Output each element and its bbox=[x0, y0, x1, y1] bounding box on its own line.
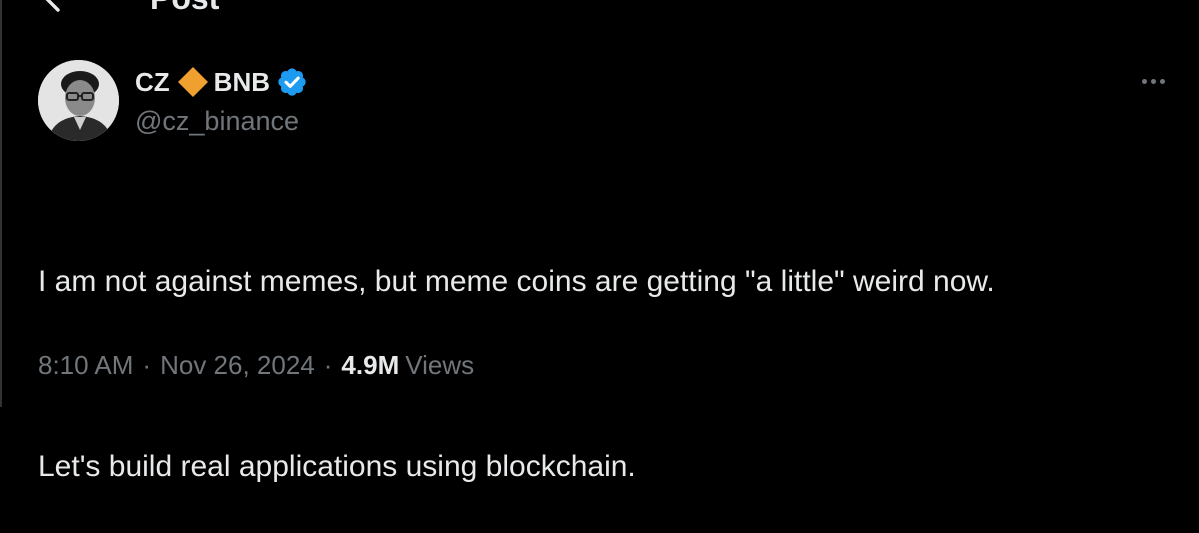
more-dot bbox=[1150, 78, 1156, 84]
back-button[interactable] bbox=[40, 0, 80, 18]
post-meta: 8:10 AM · Nov 26, 2024 · 4.9M Views bbox=[38, 347, 474, 383]
orange-diamond-icon bbox=[176, 65, 210, 99]
post-text-line: I am not against memes, but meme coins a… bbox=[38, 265, 995, 298]
views-label: Views bbox=[405, 350, 475, 380]
post-time[interactable]: 8:10 AM bbox=[38, 350, 133, 380]
more-horizontal-icon bbox=[1141, 78, 1147, 84]
page-title: Post bbox=[150, 0, 219, 18]
more-options-button[interactable] bbox=[1133, 66, 1173, 96]
author-name-second: BNB bbox=[213, 67, 271, 97]
author-name[interactable]: CZ BNB bbox=[135, 64, 308, 100]
verified-badge-icon[interactable] bbox=[276, 66, 308, 98]
more-dot bbox=[1159, 78, 1165, 84]
post-header: Post bbox=[0, 0, 1199, 22]
author-name-first: CZ bbox=[135, 67, 170, 97]
avatar-image bbox=[38, 60, 119, 141]
avatar[interactable] bbox=[38, 60, 119, 141]
views-count[interactable]: 4.9M bbox=[341, 350, 399, 380]
meta-separator: · bbox=[323, 350, 333, 380]
author-handle[interactable]: @cz_binance bbox=[135, 104, 299, 138]
meta-separator: · bbox=[142, 350, 152, 380]
post-text-line: Let's build real applications using bloc… bbox=[38, 450, 636, 483]
arrow-left-icon bbox=[45, 0, 60, 12]
post-date[interactable]: Nov 26, 2024 bbox=[160, 350, 315, 380]
column-border bbox=[0, 0, 2, 407]
